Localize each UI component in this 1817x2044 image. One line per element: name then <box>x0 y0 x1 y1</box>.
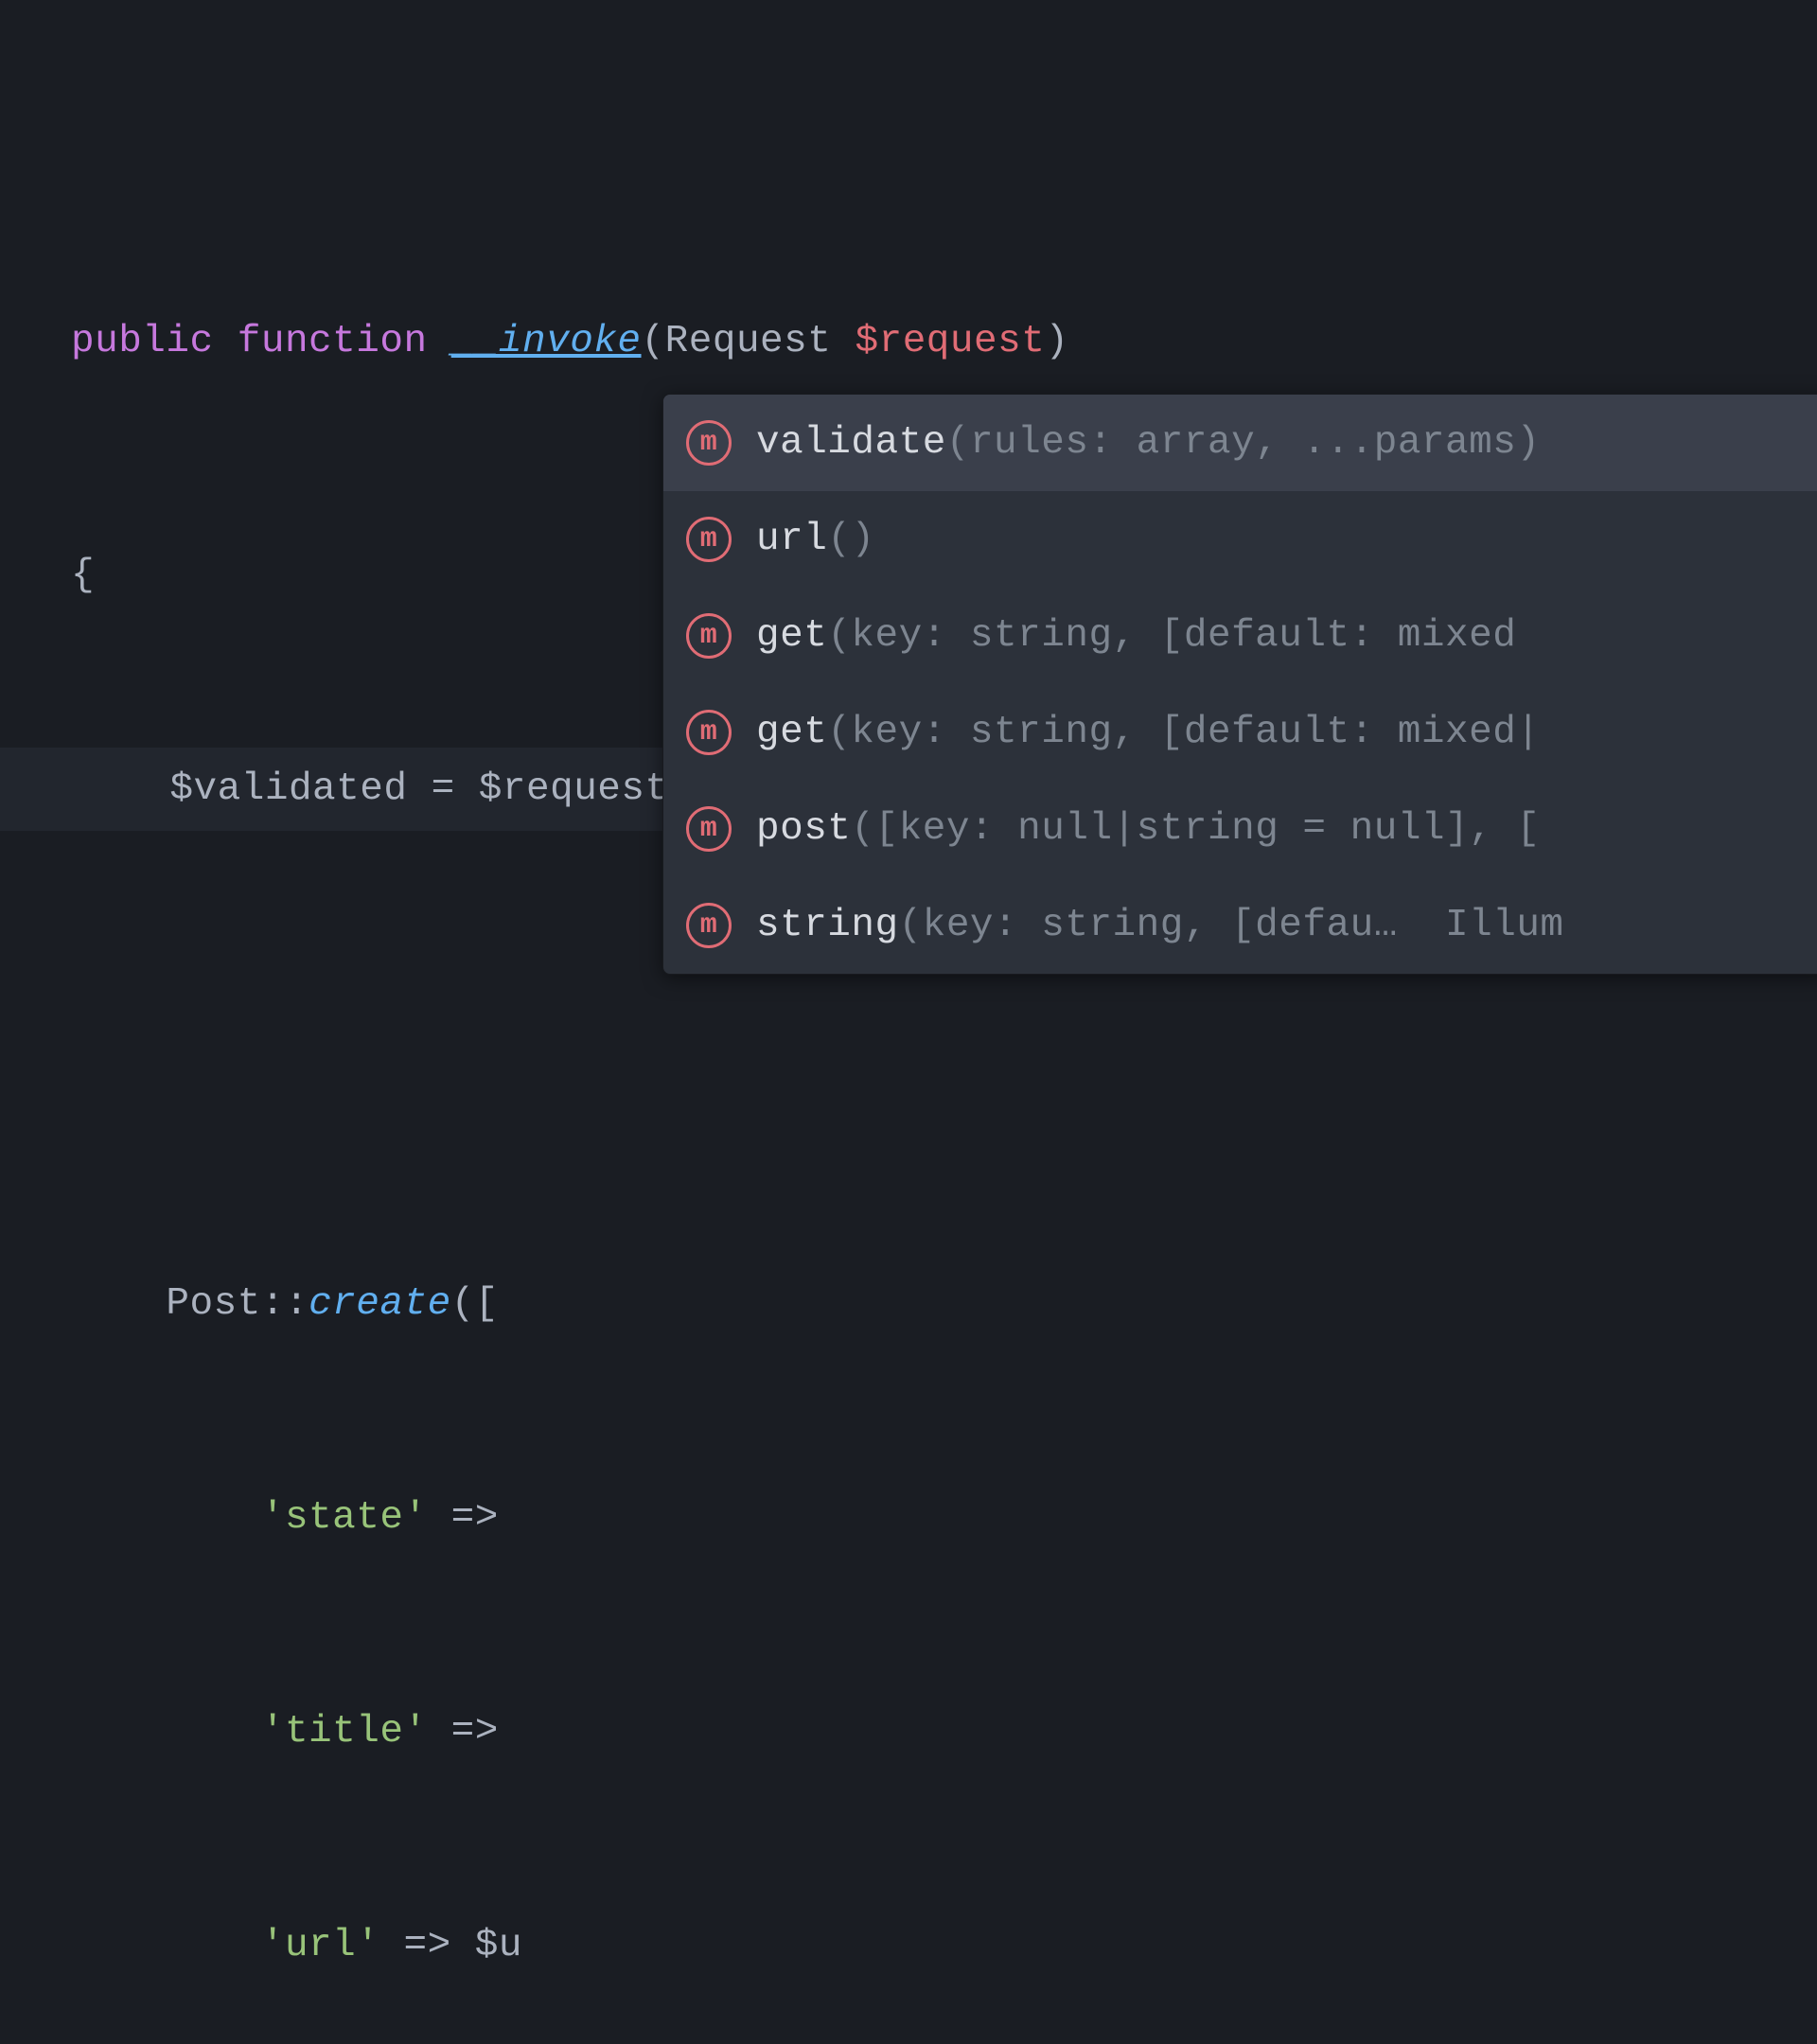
autocomplete-item[interactable]: m string(key: string, [defau… Illum <box>663 877 1817 974</box>
code-line <box>0 131 1817 150</box>
ac-method-params: (key: string, [default: mixed| <box>827 711 1540 754</box>
ac-method-name: string <box>756 904 899 947</box>
method-icon: m <box>686 806 732 852</box>
paren-close: ) <box>1045 320 1068 363</box>
string-literal: 'title' <box>261 1710 428 1753</box>
method-icon: m <box>686 613 732 659</box>
method-icon: m <box>686 517 732 562</box>
ac-method-name: url <box>756 518 827 561</box>
string-literal: 'url' <box>261 1924 380 1967</box>
arrow-fat: => <box>428 1710 499 1753</box>
arrow-fat: => <box>428 1496 499 1540</box>
ac-method-params: () <box>827 518 874 561</box>
method-icon: m <box>686 420 732 466</box>
ac-method-params: (key: string, [defau… Illum <box>899 904 1564 947</box>
brace-open: { <box>71 554 95 597</box>
code-line: 'state' => <box>0 1476 1817 1559</box>
code-line: 'title' => <box>0 1690 1817 1773</box>
code-line-empty <box>0 961 1817 1132</box>
method-icon: m <box>686 710 732 755</box>
code-line: public function __invoke(Request $reques… <box>0 280 1817 403</box>
code-editor[interactable]: public function __invoke(Request $reques… <box>0 0 1817 2044</box>
autocomplete-item[interactable]: m post([key: null|string = null], [ <box>663 781 1817 877</box>
method-call: create <box>309 1282 451 1326</box>
function-name: __invoke <box>451 320 642 363</box>
arrow-fat: => <box>379 1924 474 1967</box>
code-line: 'url' => $u <box>0 1904 1817 1987</box>
parameter-var: $request <box>855 320 1045 363</box>
ac-method-name: post <box>756 807 851 851</box>
method-icon: m <box>686 903 732 948</box>
ac-method-params: (rules: array, ...params) <box>946 421 1541 465</box>
type-hint: Request <box>665 320 832 363</box>
keyword-function: function <box>238 320 428 363</box>
autocomplete-popup[interactable]: m validate(rules: array, ...params) m ur… <box>662 394 1817 975</box>
paren-open: ( <box>642 320 665 363</box>
code-line: Post::create([ <box>0 1262 1817 1346</box>
ac-method-params: (key: string, [default: mixed <box>827 614 1540 658</box>
autocomplete-item[interactable]: m validate(rules: array, ...params) <box>663 395 1817 491</box>
variable: $request <box>479 767 669 811</box>
ac-method-name: get <box>756 711 827 754</box>
autocomplete-item[interactable]: m get(key: string, [default: mixed| <box>663 684 1817 781</box>
ac-method-name: validate <box>756 421 946 465</box>
ac-method-name: get <box>756 614 827 658</box>
autocomplete-item[interactable]: m url() <box>663 491 1817 588</box>
ac-method-params: ([key: null|string = null], [ <box>851 807 1540 851</box>
variable: $u <box>475 1924 522 1967</box>
autocomplete-item[interactable]: m get(key: string, [default: mixed <box>663 588 1817 684</box>
string-literal: 'state' <box>261 1496 428 1540</box>
class-name: Post <box>166 1282 260 1326</box>
keyword-public: public <box>71 320 214 363</box>
paren-open: ([ <box>451 1282 499 1326</box>
assign-op: = <box>407 767 478 811</box>
variable: $validated <box>169 767 407 811</box>
scope-op: :: <box>261 1282 309 1326</box>
